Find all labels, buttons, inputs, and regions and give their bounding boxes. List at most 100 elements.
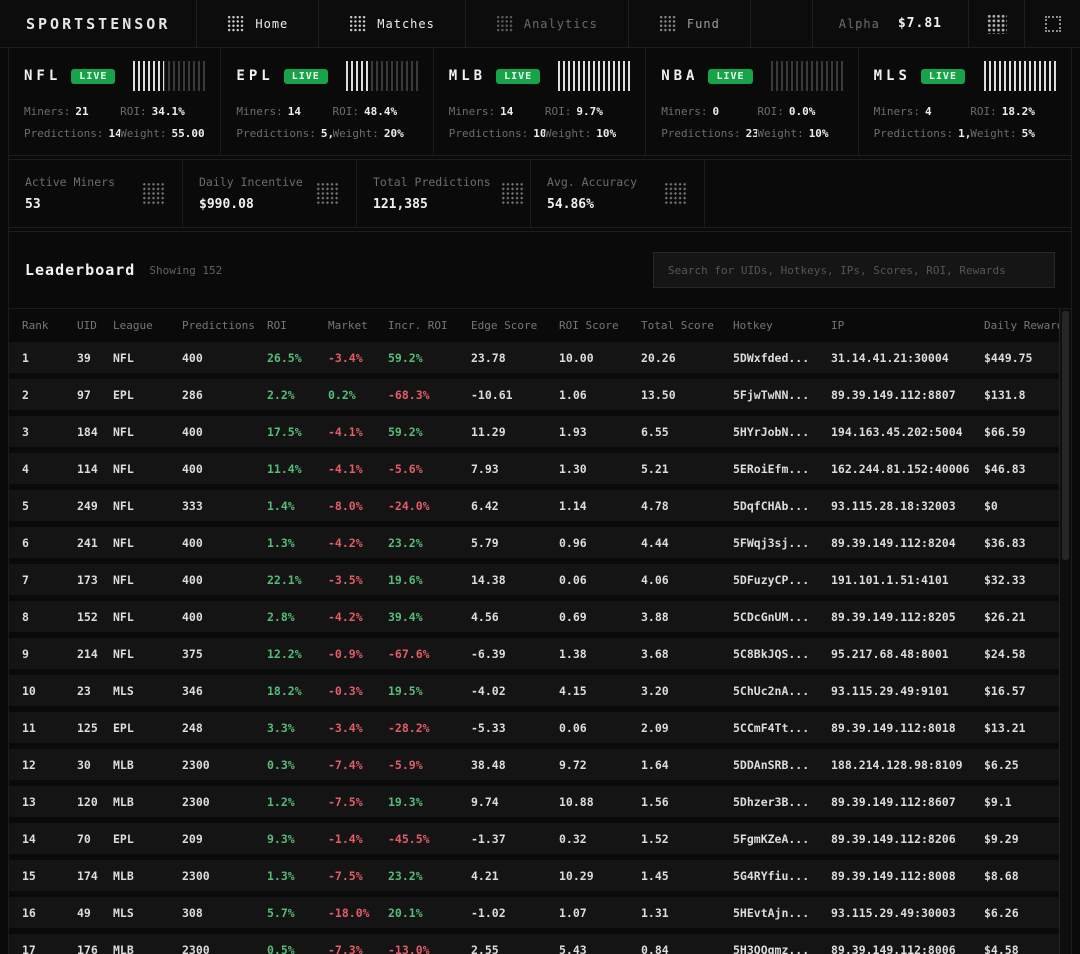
nav-spacer bbox=[751, 0, 812, 47]
table-scrollbar[interactable] bbox=[1059, 309, 1071, 954]
league-stat-predictions: Predictions:1,079 bbox=[874, 127, 971, 140]
statcell-total-predictions: Total Predictions121,385 bbox=[357, 160, 531, 227]
col-market: Market bbox=[328, 319, 388, 332]
cell-daily-reward: $16.57 bbox=[984, 684, 1059, 698]
statcell-label: Daily Incentive bbox=[199, 175, 303, 189]
stat-label: Miners: bbox=[874, 105, 920, 118]
activity-barcode bbox=[558, 61, 630, 91]
statcell-text: Active Miners53 bbox=[25, 175, 115, 212]
cell-edge-score: 5.79 bbox=[471, 536, 559, 550]
cell-incr-roi: 23.2% bbox=[388, 869, 471, 883]
barcode-fill bbox=[133, 61, 163, 91]
cell-roi: 26.5% bbox=[267, 351, 328, 365]
live-badge: LIVE bbox=[921, 69, 965, 84]
cell-market: -4.1% bbox=[328, 425, 388, 439]
cell-ip: 89.39.149.112:8008 bbox=[831, 869, 984, 883]
cell-market: -18.0% bbox=[328, 906, 388, 920]
search-input[interactable] bbox=[653, 252, 1055, 288]
table-row[interactable]: 11125EPL2483.3%-3.4%-28.2%-5.330.062.095… bbox=[9, 712, 1059, 743]
tab-analytics[interactable]: Analytics bbox=[466, 0, 629, 47]
col-total-score: Total Score bbox=[641, 319, 733, 332]
table-row[interactable]: 4114NFL40011.4%-4.1%-5.6%7.931.305.215ER… bbox=[9, 453, 1059, 484]
table-row[interactable]: 8152NFL4002.8%-4.2%39.4%4.560.693.885CDc… bbox=[9, 601, 1059, 632]
cell-predictions: 308 bbox=[182, 906, 267, 920]
table-row[interactable]: 1470EPL2099.3%-1.4%-45.5%-1.370.321.525F… bbox=[9, 823, 1059, 854]
cell-hotkey: 5DFuzyCP... bbox=[733, 573, 831, 587]
cell-roi: 11.4% bbox=[267, 462, 328, 476]
statcell-label: Active Miners bbox=[25, 175, 115, 189]
cell-incr-roi: 59.2% bbox=[388, 351, 471, 365]
cell-predictions: 286 bbox=[182, 388, 267, 402]
grid-menu-button[interactable] bbox=[968, 0, 1024, 47]
cell-total-score: 4.44 bbox=[641, 536, 733, 550]
cell-rank: 16 bbox=[22, 906, 77, 920]
table-row[interactable]: 9214NFL37512.2%-0.9%-67.6%-6.391.383.685… bbox=[9, 638, 1059, 669]
col-ip: IP bbox=[831, 319, 984, 332]
cell-incr-roi: -28.2% bbox=[388, 721, 471, 735]
table-row[interactable]: 1649MLS3085.7%-18.0%20.1%-1.021.071.315H… bbox=[9, 897, 1059, 928]
table-row[interactable]: 5249NFL3331.4%-8.0%-24.0%6.421.144.785Dq… bbox=[9, 490, 1059, 521]
table-row[interactable]: 1230MLB23000.3%-7.4%-5.9%38.489.721.645D… bbox=[9, 749, 1059, 780]
league-card-head: NBALIVE bbox=[661, 61, 842, 91]
league-stat-miners: Miners:0 bbox=[661, 105, 757, 118]
cell-market: -4.1% bbox=[328, 462, 388, 476]
table-row[interactable]: 17176MLB23000.5%-7.3%-13.0%2.555.430.845… bbox=[9, 934, 1059, 954]
cell-incr-roi: 39.4% bbox=[388, 610, 471, 624]
cell-daily-reward: $9.1 bbox=[984, 795, 1059, 809]
stat-label: Miners: bbox=[24, 105, 70, 118]
cell-incr-roi: -24.0% bbox=[388, 499, 471, 513]
tab-home[interactable]: Home bbox=[197, 0, 319, 47]
league-card-stats: Miners:14ROI:9.7%Predictions:100,267Weig… bbox=[449, 105, 630, 140]
cell-roi-score: 10.29 bbox=[559, 869, 641, 883]
league-stat-predictions: Predictions:100,267 bbox=[449, 127, 545, 140]
cell-total-score: 1.52 bbox=[641, 832, 733, 846]
alpha-value: $7.81 bbox=[898, 16, 942, 31]
cell-total-score: 3.20 bbox=[641, 684, 733, 698]
league-stat-weight: Weight:20% bbox=[333, 127, 418, 140]
cell-daily-reward: $36.83 bbox=[984, 536, 1059, 550]
table-row[interactable]: 297EPL2862.2%0.2%-68.3%-10.611.0613.505F… bbox=[9, 379, 1059, 410]
cell-roi: 1.3% bbox=[267, 869, 328, 883]
live-badge: LIVE bbox=[708, 69, 752, 84]
brand-logo: SPORTSTENSOR bbox=[0, 0, 197, 47]
stat-label: ROI: bbox=[970, 105, 997, 118]
cell-hotkey: 5HEvtAjn... bbox=[733, 906, 831, 920]
cell-ip: 89.39.149.112:8607 bbox=[831, 795, 984, 809]
stat-label: Predictions: bbox=[236, 127, 315, 140]
pixel-grid-icon bbox=[987, 14, 1007, 34]
activity-barcode bbox=[771, 61, 843, 91]
tab-matches[interactable]: Matches bbox=[319, 0, 466, 47]
table-row[interactable]: 13120MLB23001.2%-7.5%19.3%9.7410.881.565… bbox=[9, 786, 1059, 817]
cell-edge-score: 14.38 bbox=[471, 573, 559, 587]
cell-market: -8.0% bbox=[328, 499, 388, 513]
cell-roi: 18.2% bbox=[267, 684, 328, 698]
table-row[interactable]: 3184NFL40017.5%-4.1%59.2%11.291.936.555H… bbox=[9, 416, 1059, 447]
cell-total-score: 3.88 bbox=[641, 610, 733, 624]
table-row[interactable]: 139NFL40026.5%-3.4%59.2%23.7810.0020.265… bbox=[9, 342, 1059, 373]
alpha-label: Alpha bbox=[839, 17, 880, 31]
cell-uid: 184 bbox=[77, 425, 113, 439]
cell-ip: 89.39.149.112:8018 bbox=[831, 721, 984, 735]
barcode-fill bbox=[558, 61, 630, 91]
cell-ip: 95.217.68.48:8001 bbox=[831, 647, 984, 661]
dotted-frame-button[interactable] bbox=[1024, 0, 1080, 47]
cell-market: -7.5% bbox=[328, 869, 388, 883]
table-row[interactable]: 7173NFL40022.1%-3.5%19.6%14.380.064.065D… bbox=[9, 564, 1059, 595]
table-row[interactable]: 1023MLS34618.2%-0.3%19.5%-4.024.153.205C… bbox=[9, 675, 1059, 706]
table-row[interactable]: 6241NFL4001.3%-4.2%23.2%5.790.964.445FWq… bbox=[9, 527, 1059, 558]
cell-incr-roi: 59.2% bbox=[388, 425, 471, 439]
league-stat-weight: Weight:10% bbox=[757, 127, 842, 140]
stat-label: Weight: bbox=[333, 127, 379, 140]
scrollbar-thumb[interactable] bbox=[1062, 311, 1069, 560]
table-row[interactable]: 15174MLB23001.3%-7.5%23.2%4.2110.291.455… bbox=[9, 860, 1059, 891]
cell-total-score: 6.55 bbox=[641, 425, 733, 439]
league-stat-weight: Weight:10% bbox=[545, 127, 630, 140]
cell-market: -3.4% bbox=[328, 721, 388, 735]
tab-fund[interactable]: Fund bbox=[629, 0, 751, 47]
stat-label: Weight: bbox=[757, 127, 803, 140]
cell-edge-score: 4.56 bbox=[471, 610, 559, 624]
cell-daily-reward: $32.33 bbox=[984, 573, 1059, 587]
cell-uid: 214 bbox=[77, 647, 113, 661]
cell-edge-score: 2.55 bbox=[471, 943, 559, 954]
cell-hotkey: 5C8BkJQS... bbox=[733, 647, 831, 661]
